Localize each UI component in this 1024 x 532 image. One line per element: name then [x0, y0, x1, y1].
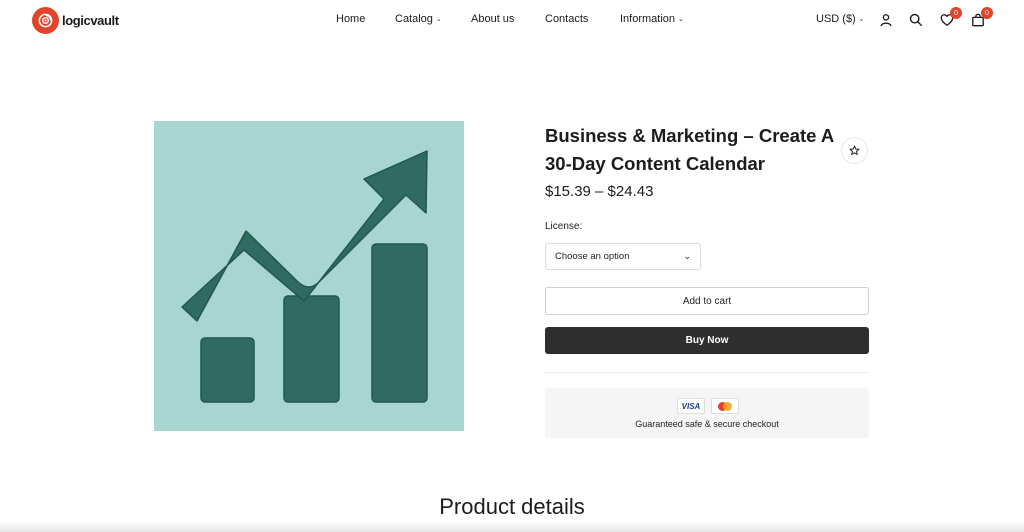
divider: [545, 372, 869, 373]
chevron-down-icon: ⌄: [435, 16, 442, 23]
nav-label: About us: [471, 13, 515, 25]
license-select[interactable]: Choose an option ⌄: [545, 243, 701, 270]
nav-label: Catalog: [395, 13, 433, 25]
wishlist-button[interactable]: 0: [939, 7, 962, 28]
nav-item-home[interactable]: Home: [336, 13, 365, 25]
license-label: License:: [545, 221, 583, 232]
secure-checkout-box: VISA Guaranteed safe & secure checkout: [545, 388, 869, 438]
visa-card-icon: VISA: [677, 398, 705, 414]
secure-checkout-text: Guaranteed safe & secure checkout: [635, 419, 779, 429]
wishlist-count-badge: 0: [950, 7, 962, 19]
chevron-down-icon: ⌄: [678, 16, 684, 23]
payment-cards: VISA: [677, 398, 739, 414]
product-title: Business & Marketing – Create A 30-Day C…: [545, 125, 834, 174]
nav-item-information[interactable]: Information ⌄: [620, 13, 684, 25]
visa-label: VISA: [681, 401, 701, 411]
star-icon: [849, 145, 860, 155]
product-price: $15.39 – $24.43: [545, 183, 654, 200]
nav-label: Home: [336, 13, 366, 25]
currency-label: USD ($): [816, 13, 856, 25]
buy-now-button[interactable]: Buy Now: [545, 327, 869, 354]
user-icon: [880, 14, 892, 27]
license-selected-value: Choose an option: [555, 251, 630, 262]
nav-item-contacts[interactable]: Contacts: [545, 13, 588, 25]
search-icon: [909, 13, 923, 27]
growth-chart-icon: [181, 150, 428, 403]
bottom-shadow: [0, 522, 1024, 532]
nav-item-catalog[interactable]: Catalog ⌄: [395, 13, 442, 25]
chevron-down-icon: ⌄: [683, 251, 691, 261]
add-to-wishlist-button[interactable]: [841, 137, 868, 164]
product-details-heading: Product details: [439, 494, 585, 519]
nav-item-about[interactable]: About us: [471, 13, 514, 25]
cart-count-badge: 0: [981, 7, 993, 19]
nav-label: Information: [620, 13, 676, 25]
chevron-down-icon: ⌄: [858, 16, 865, 23]
account-button[interactable]: [878, 12, 894, 28]
site-header: logicvault Home Catalog ⌄ About us Conta…: [0, 0, 1024, 40]
nav-label: Contacts: [545, 13, 589, 25]
search-button[interactable]: [908, 12, 924, 28]
mastercard-icon: [711, 398, 739, 414]
cart-button[interactable]: 0: [970, 7, 993, 28]
add-to-cart-button[interactable]: Add to cart: [545, 287, 869, 315]
main-nav: Home Catalog ⌄ About us Contacts Informa…: [0, 13, 1024, 29]
currency-selector[interactable]: USD ($) ⌄: [816, 13, 865, 25]
product-image: [154, 121, 464, 431]
